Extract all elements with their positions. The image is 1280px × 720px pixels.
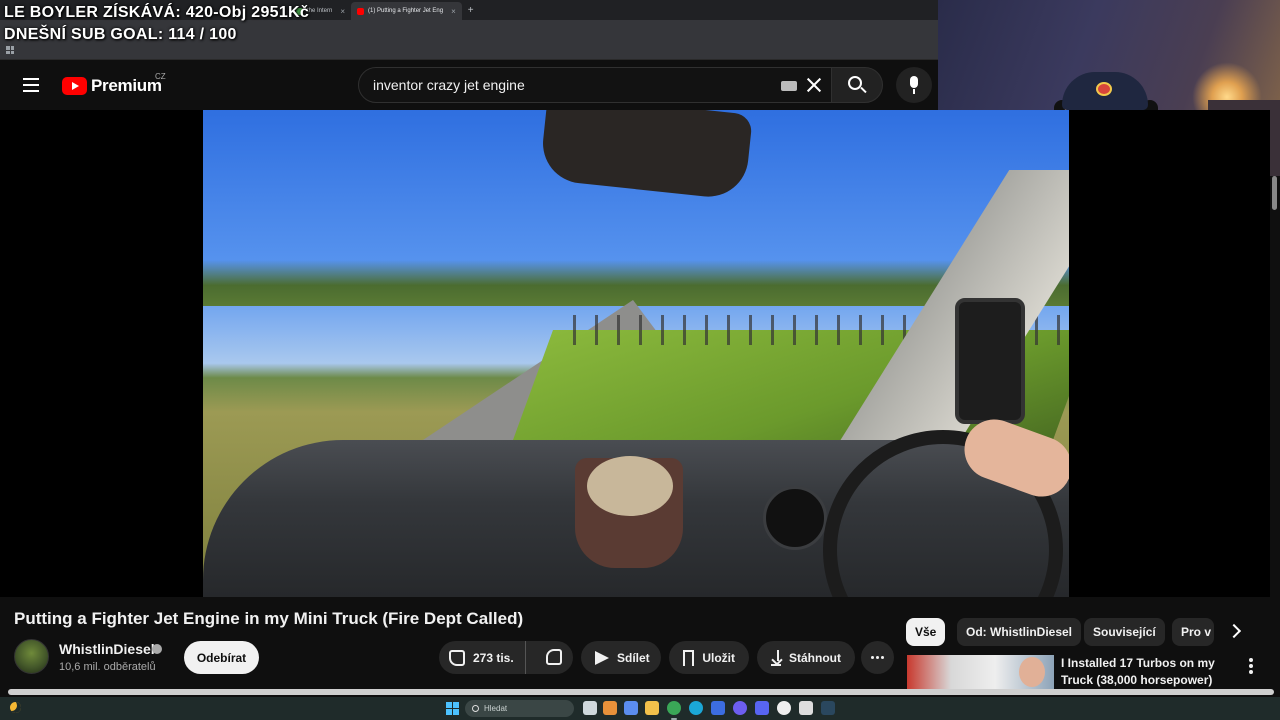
file-explorer-icon[interactable] bbox=[645, 701, 659, 715]
subscriber-count: 10,6 mil. odběratelů bbox=[59, 661, 156, 673]
tab-label: (1) Putting a Fighter Jet Eng bbox=[368, 8, 444, 14]
brand-label: Premium bbox=[91, 76, 162, 95]
cap-logo-icon bbox=[1096, 82, 1112, 96]
share-label: Sdílet bbox=[617, 650, 650, 665]
close-tab-icon[interactable]: × bbox=[340, 7, 345, 16]
recommended-title[interactable]: I Installed 17 Turbos on my Truck (38,00… bbox=[1061, 655, 1231, 689]
youtube-play-icon bbox=[62, 77, 87, 95]
search-input[interactable] bbox=[373, 68, 773, 102]
apps-grid-icon[interactable] bbox=[6, 46, 14, 54]
thumbs-up-icon bbox=[449, 649, 465, 666]
clear-search-icon[interactable] bbox=[805, 76, 823, 94]
youtube-masthead: Premium CZ bbox=[0, 60, 938, 110]
region-code: CZ bbox=[155, 72, 166, 81]
browser-tab-active[interactable]: (1) Putting a Fighter Jet Eng × bbox=[351, 2, 462, 20]
new-tab-icon[interactable]: + bbox=[468, 5, 474, 16]
edge-icon[interactable] bbox=[689, 701, 703, 715]
verified-badge-icon bbox=[152, 644, 162, 654]
chip-for-you[interactable]: Pro v bbox=[1172, 618, 1214, 646]
scene-gauge bbox=[763, 486, 827, 550]
hamburger-menu-icon[interactable] bbox=[23, 78, 39, 92]
discord-icon[interactable] bbox=[755, 701, 769, 715]
more-dot bbox=[876, 656, 879, 659]
microphone-stand bbox=[913, 89, 915, 94]
bookmark-icon bbox=[683, 649, 695, 666]
more-dot bbox=[881, 656, 884, 659]
app-icon-blue[interactable] bbox=[711, 701, 725, 715]
more-dots-icon bbox=[871, 656, 874, 659]
recommended-thumbnail[interactable] bbox=[907, 655, 1054, 689]
steam-icon[interactable] bbox=[821, 701, 835, 715]
windows-taskbar: Hledat bbox=[0, 697, 1280, 720]
more-actions-button[interactable] bbox=[861, 641, 894, 674]
taskbar-search[interactable]: Hledat bbox=[465, 700, 574, 717]
weather-moon-icon[interactable] bbox=[10, 702, 21, 713]
chrome-icon[interactable] bbox=[667, 701, 681, 720]
video-player[interactable] bbox=[0, 110, 1270, 597]
like-dislike-group: 273 tis. bbox=[439, 641, 573, 674]
tab-label: the Intern bbox=[307, 8, 333, 14]
taskbar-search-label: Hledat bbox=[484, 704, 508, 713]
video-title: Putting a Fighter Jet Engine in my Mini … bbox=[14, 609, 524, 628]
app-icon-dark[interactable] bbox=[799, 701, 813, 715]
like-count: 273 tis. bbox=[473, 650, 514, 665]
channel-name[interactable]: WhistlinDiesel bbox=[59, 641, 155, 657]
sub-goal-text: DNEŠNÍ SUB GOAL: 114 / 100 bbox=[4, 26, 237, 43]
download-label: Stáhnout bbox=[789, 650, 841, 665]
widgets-icon[interactable] bbox=[603, 701, 617, 715]
task-view-icon[interactable] bbox=[583, 701, 597, 715]
chevron-right-icon[interactable] bbox=[1226, 623, 1242, 639]
messenger-icon[interactable] bbox=[733, 701, 747, 715]
notes-icon[interactable] bbox=[624, 701, 638, 715]
scene-cup bbox=[587, 456, 673, 516]
voice-search-button[interactable] bbox=[896, 67, 932, 103]
recommended-more-icon[interactable] bbox=[1249, 658, 1253, 674]
stream-overlay: LE BOYLER ZÍSKÁVÁ: 420-Obj 2951Kč DNEŠNÍ… bbox=[4, 2, 309, 46]
like-button[interactable]: 273 tis. bbox=[439, 641, 526, 674]
windows-start-icon[interactable] bbox=[446, 702, 459, 715]
close-tab-icon[interactable]: × bbox=[451, 7, 456, 16]
download-icon bbox=[771, 649, 781, 666]
youtube-premium-logo[interactable]: Premium bbox=[62, 76, 162, 96]
share-icon bbox=[595, 650, 609, 665]
search-icon-handle bbox=[860, 86, 867, 94]
video-frame[interactable] bbox=[203, 110, 1069, 597]
taskbar-search-icon bbox=[472, 705, 479, 712]
chip-all[interactable]: Vše bbox=[906, 618, 946, 646]
youtube-favicon-icon bbox=[357, 7, 365, 15]
channel-avatar[interactable] bbox=[14, 639, 49, 674]
scene-rearview-mirror bbox=[539, 110, 753, 201]
keyboard-icon[interactable] bbox=[781, 81, 797, 91]
thumbnail-face bbox=[1019, 657, 1045, 687]
search-box bbox=[358, 67, 832, 103]
save-button[interactable]: Uložit bbox=[669, 641, 749, 674]
search-button[interactable] bbox=[831, 67, 883, 103]
horizontal-scrollbar[interactable] bbox=[8, 689, 1274, 695]
scene-side-mirror bbox=[955, 298, 1025, 424]
microphone-icon bbox=[910, 76, 918, 88]
chip-related[interactable]: Související bbox=[1084, 618, 1165, 646]
donation-text: LE BOYLER ZÍSKÁVÁ: 420-Obj 2951Kč bbox=[4, 4, 310, 21]
chip-from-channel[interactable]: Od: WhistlinDiesel bbox=[957, 618, 1082, 646]
share-button[interactable]: Sdílet bbox=[581, 641, 661, 674]
dislike-button[interactable] bbox=[534, 641, 573, 674]
subscribe-button[interactable]: Odebírat bbox=[184, 641, 259, 674]
thumbs-down-icon bbox=[545, 649, 562, 665]
obs-icon[interactable] bbox=[777, 701, 791, 715]
save-label: Uložit bbox=[702, 650, 735, 665]
page-scrollbar-thumb[interactable] bbox=[1272, 176, 1277, 210]
download-button[interactable]: Stáhnout bbox=[757, 641, 855, 674]
